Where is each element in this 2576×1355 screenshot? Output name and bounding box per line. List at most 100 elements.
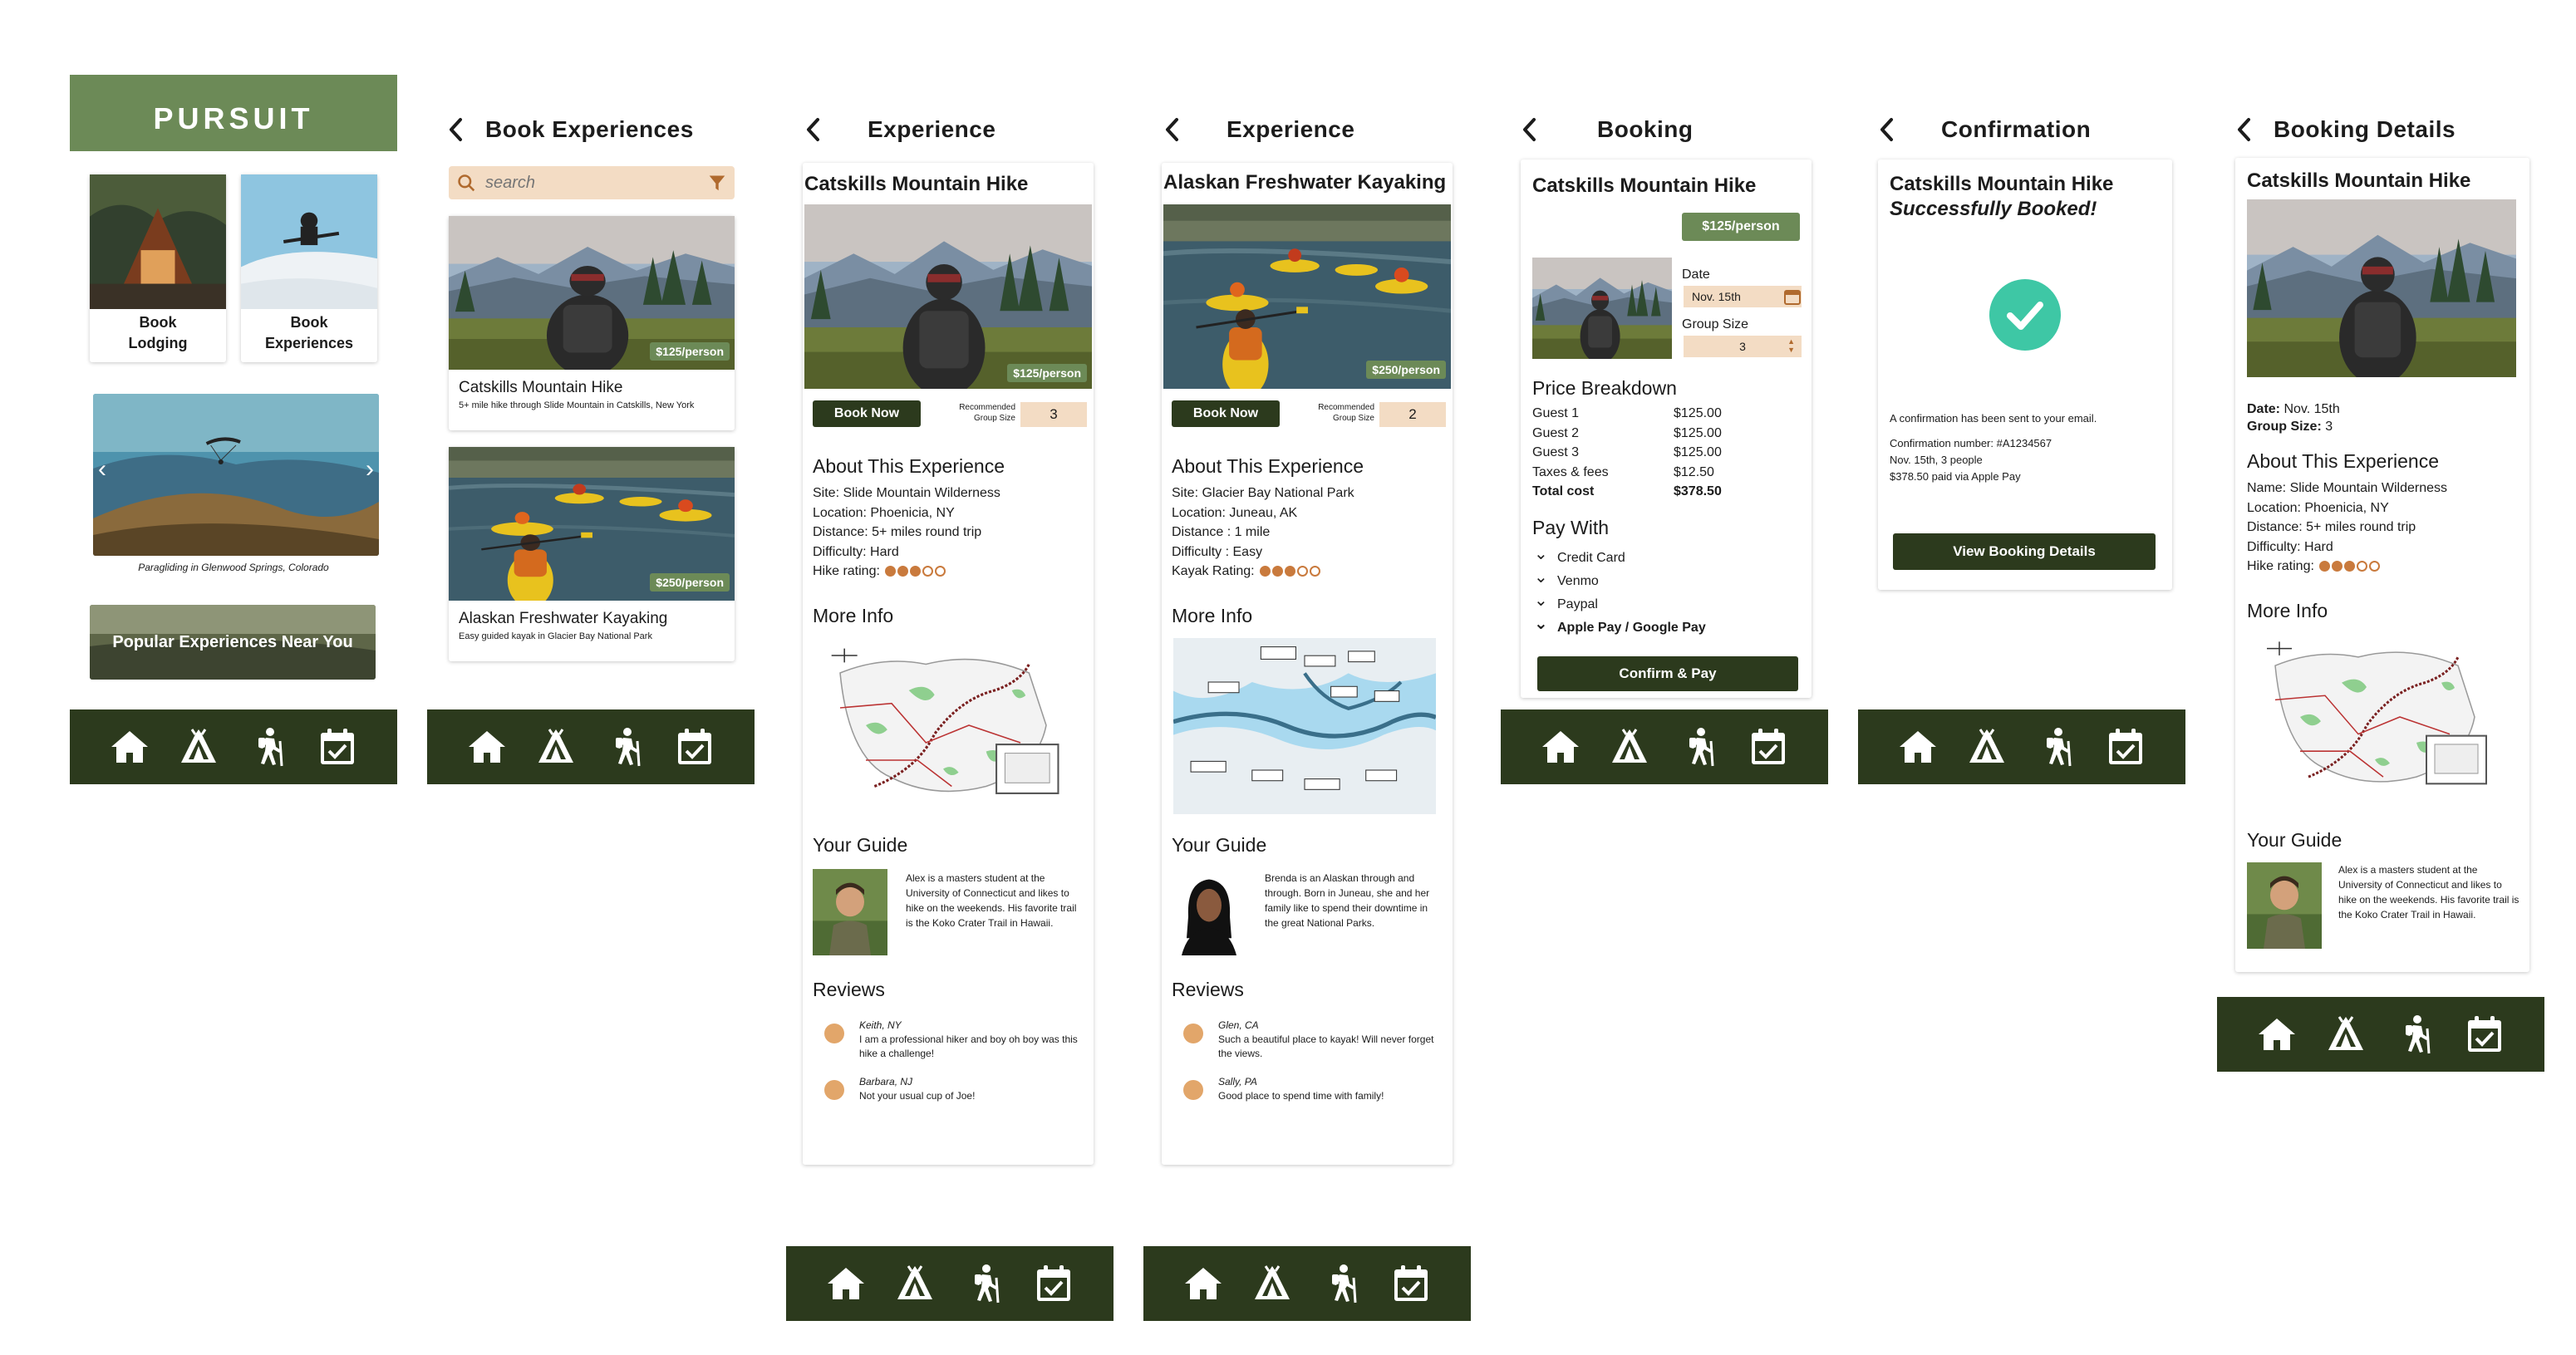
date-label: Date <box>1682 268 1710 282</box>
tent-icon[interactable] <box>893 1262 937 1305</box>
calendar-check-icon[interactable] <box>316 725 359 768</box>
distance-text: Distance: 5+ miles round trip <box>2247 520 2416 534</box>
payment-options: ⌄ Credit Card ⌄ Venmo ⌄ Paypal ⌄ Apple Pay / Go… <box>1534 545 1706 640</box>
more-info-title: More Info <box>813 605 894 626</box>
home-screen: PURSUIT Book Lodging Book Experiences ‹ … <box>70 75 397 781</box>
home-icon[interactable] <box>1539 725 1582 768</box>
home-icon[interactable] <box>465 725 509 768</box>
payment-option[interactable]: ⌄ Paypal <box>1534 592 1706 616</box>
hiker-icon[interactable] <box>1678 725 1721 768</box>
hiker-icon[interactable] <box>963 1262 1006 1305</box>
hiker-icon[interactable] <box>247 725 290 768</box>
user-icon <box>824 1024 844 1043</box>
experience-kayak-card: Alaskan Freshwater Kayaking $250/person … <box>1162 163 1453 1165</box>
chevron-down-icon: ⌄ <box>1534 615 1548 633</box>
experience-name: Catskills Mountain Hike <box>1532 174 1757 197</box>
group-size-stepper[interactable]: 3 ▲ ▼ <box>1684 336 1802 357</box>
back-icon[interactable] <box>1160 115 1185 144</box>
bottom-nav-exp-kayak <box>1143 1246 1471 1321</box>
date-field[interactable]: Nov. 15th <box>1684 286 1802 307</box>
back-icon[interactable] <box>1875 115 1900 144</box>
confirm-pay-button[interactable]: Confirm & Pay <box>1537 656 1798 691</box>
popular-experiences-banner[interactable]: Popular Experiences Near You <box>90 605 376 680</box>
payment-option[interactable]: ⌄ Venmo <box>1534 568 1706 593</box>
guide-bio: Alex is a masters student at the Univers… <box>2338 864 2519 921</box>
tent-icon[interactable] <box>2324 1013 2367 1056</box>
tent-icon[interactable] <box>1608 725 1651 768</box>
hike-thumbnail <box>1532 258 1672 359</box>
calendar-check-icon[interactable] <box>1747 725 1790 768</box>
hiker-icon[interactable] <box>2394 1013 2437 1056</box>
recommended-group-label: Recommended Group Size <box>1318 403 1374 423</box>
home-icon[interactable] <box>1182 1262 1225 1305</box>
guide-avatar <box>813 869 887 955</box>
search-input[interactable] <box>485 173 708 193</box>
filter-icon[interactable] <box>708 172 726 194</box>
page-title: Experience <box>868 116 996 142</box>
tent-icon[interactable] <box>1965 725 2008 768</box>
total-label: Total cost <box>1532 484 1595 498</box>
user-icon <box>1183 1080 1203 1100</box>
tent-icon[interactable] <box>534 725 578 768</box>
calendar-check-icon[interactable] <box>673 725 716 768</box>
back-icon[interactable] <box>444 115 469 144</box>
rating-row: Hike rating: <box>813 562 1000 582</box>
reviews-title: Reviews <box>1172 979 1244 1000</box>
chevron-down-icon: ⌄ <box>1534 545 1548 563</box>
book-now-button[interactable]: Book Now <box>813 400 921 427</box>
rating-dot-filled <box>884 566 896 577</box>
trail-map[interactable] <box>2250 631 2500 803</box>
page-title: Booking Details <box>2274 116 2456 142</box>
home-icon[interactable] <box>824 1262 868 1305</box>
hiker-icon[interactable] <box>1320 1262 1364 1305</box>
back-icon[interactable] <box>2232 115 2257 144</box>
chevron-left-icon[interactable]: ‹ <box>98 455 106 484</box>
view-booking-details-button[interactable]: View Booking Details <box>1893 533 2156 570</box>
price-line-label: Guest 2 <box>1532 425 1580 440</box>
price-line-label: Guest 1 <box>1532 406 1580 420</box>
rating-dot-filled <box>1271 566 1283 577</box>
hiker-icon[interactable] <box>604 725 647 768</box>
trail-map[interactable] <box>814 638 1072 813</box>
guide-title: Your Guide <box>1172 834 1267 856</box>
price-badge: $125/person <box>1007 364 1087 382</box>
home-icon[interactable] <box>2255 1013 2298 1056</box>
rating-dots <box>884 566 946 577</box>
home-icon[interactable] <box>1896 725 1939 768</box>
calendar-icon[interactable] <box>1783 287 1802 306</box>
payment-option[interactable]: ⌄ Credit Card <box>1534 545 1706 570</box>
hiker-icon[interactable] <box>2035 725 2078 768</box>
payment-option[interactable]: ⌄ Apple Pay / Google Pay <box>1534 615 1706 640</box>
home-icon[interactable] <box>108 725 151 768</box>
calendar-check-icon[interactable] <box>2104 725 2147 768</box>
group-size-field[interactable]: 3 <box>1020 402 1087 427</box>
calendar-check-icon[interactable] <box>2463 1013 2506 1056</box>
search-bar[interactable] <box>449 166 735 199</box>
group-size-field[interactable]: 2 <box>1379 402 1446 427</box>
tile-book-experiences[interactable]: Book Experiences <box>241 174 377 362</box>
tile-book-lodging[interactable]: Book Lodging <box>90 174 226 362</box>
success-subtitle: Successfully Booked! <box>1890 198 2097 220</box>
back-icon[interactable] <box>1517 115 1542 144</box>
bay-map[interactable] <box>1173 638 1436 814</box>
experience-card-hike[interactable]: $125/person Catskills Mountain Hike 5+ m… <box>449 216 735 430</box>
more-info-title: More Info <box>2247 600 2328 621</box>
tent-icon[interactable] <box>1251 1262 1294 1305</box>
card-desc: Easy guided kayak in Glacier Bay Nationa… <box>459 631 652 641</box>
date-value: Nov. 15th <box>1692 290 1741 303</box>
tent-icon[interactable] <box>177 725 220 768</box>
group-size-value: 3 <box>1739 340 1746 353</box>
book-now-button[interactable]: Book Now <box>1172 400 1280 427</box>
experience-hike-header: Experience <box>801 113 995 146</box>
experience-card-kayak[interactable]: $250/person Alaskan Freshwater Kayaking … <box>449 447 735 661</box>
bottom-nav-home <box>70 709 397 784</box>
carousel[interactable]: ‹ › <box>93 394 379 556</box>
chevron-right-icon[interactable]: › <box>366 455 374 484</box>
booking-card: Catskills Mountain Hike $125/person Date… <box>1521 160 1812 698</box>
brand-header: PURSUIT <box>70 75 397 151</box>
back-icon[interactable] <box>801 115 826 144</box>
recommended-group-label: Recommended Group Size <box>959 403 1015 423</box>
calendar-check-icon[interactable] <box>1032 1262 1075 1305</box>
stepper-arrows-icon[interactable]: ▲ ▼ <box>1787 337 1795 354</box>
calendar-check-icon[interactable] <box>1389 1262 1433 1305</box>
